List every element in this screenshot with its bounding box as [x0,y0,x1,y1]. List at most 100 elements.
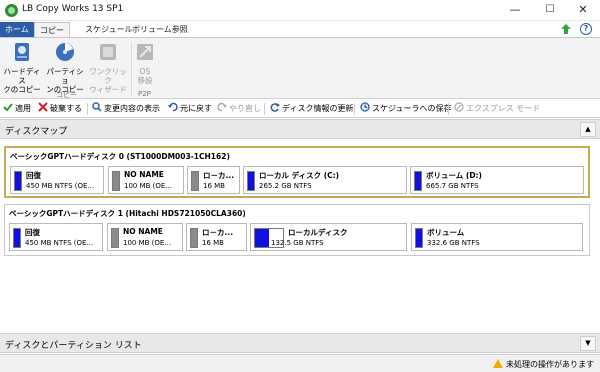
show-changes-button[interactable]: 変更内容の表示 [92,102,160,116]
tab-volume-browse[interactable]: ボリューム参照 [127,22,193,37]
partition-info: 265.2 GB NTFS [259,182,312,190]
partition-volume-d[interactable]: ボリューム (D:) 665.7 GB NTFS [410,166,584,194]
copy-partition-button[interactable]: パーティショ ンのコピー [45,41,85,94]
partition-name: 回復 [26,171,41,180]
ribbon-tabs: ホーム コピー スケジュール ボリューム参照 [0,21,600,38]
partition-name: ロ－カ... [202,228,234,237]
close-button[interactable]: ✕ [568,2,598,18]
apply-label: 適用 [15,104,31,113]
maximize-button[interactable]: ☐ [535,2,565,18]
disk-0[interactable]: ベーシックGPTハードディスク 0 (ST1000DM003-1CH162) 回… [4,146,590,198]
group-label-p2p: P2P [138,90,151,98]
tab-copy[interactable]: コピー [34,22,70,37]
copy-disk-button[interactable]: ハードディス クのコピー [2,41,42,94]
partition-no-name[interactable]: NO NAME 100 MB (OE... [108,166,184,194]
group-label-copy: コピー [56,91,77,99]
express-mode-button[interactable]: エクスプレス モード [454,102,540,116]
ribbon-panel: ハードディス クのコピー パーティショ ンのコピー ワンクリック ウィザード O… [0,37,600,99]
warning-icon [493,359,503,368]
redo-label: やり直し [229,104,261,113]
wizard-icon [100,44,116,60]
copy-disk-label-2: クのコピー [3,85,41,94]
disk-0-title: ベーシックGPTハードディスク 0 (ST1000DM003-1CH162) [10,152,230,161]
save-to-scheduler-button[interactable]: スケジューラへの保存 [360,102,451,116]
apply-button[interactable]: 適用 [3,102,31,116]
window-title: LB Copy Works 13 SP1 [22,4,124,14]
app-logo-icon [5,4,18,17]
redo-button[interactable]: やり直し [217,102,261,116]
checkmark-icon [3,103,13,112]
express-mode-label: エクスプレス モード [466,104,541,113]
minimize-button[interactable]: — [500,2,530,18]
usage-bar [415,228,423,248]
partition-no-name[interactable]: NO NAME 100 MB (OE... [107,223,183,251]
disk-1-title: ベーシックGPTハードディスク 1 (Hitachi HDS721050CLA3… [9,209,246,218]
partition-name: 回復 [25,228,40,237]
refresh-icon [270,103,280,112]
partition-name: ロ－カ... [203,171,235,180]
partition-local-small[interactable]: ロ－カ... 16 MB [187,166,240,194]
os-migrate-label-2: 移設 [137,76,153,85]
save-schedule-label: スケジューラへの保存 [372,104,452,113]
partition-local-disk[interactable]: ローカルディスク 132.5 GB NTFS [250,223,407,251]
diskmap-header: ディスクマップ ▲ [0,119,600,139]
magnifier-icon [92,102,102,112]
partition-recovery[interactable]: 回復 450 MB NTFS (OE... [9,223,103,251]
partition-name: ローカルディスク [288,228,348,237]
wizard-label-1: ワンクリック [89,67,127,85]
disk-map: ベーシックGPTハードディスク 0 (ST1000DM003-1CH162) 回… [0,140,600,332]
disk-1[interactable]: ベーシックGPTハードディスク 1 (Hitachi HDS721050CLA3… [4,204,590,256]
usage-bar [111,228,119,248]
action-toolbar: 適用 破棄する 変更内容の表示 元に戻す やり直し ディスク情報の更新 スケジュ… [0,100,600,118]
os-migrate-label-1: OS [139,67,151,76]
usage-bar [13,228,21,248]
partition-info: 132.5 GB NTFS [271,239,324,247]
hard-disk-copy-icon [15,43,29,61]
discard-button[interactable]: 破棄する [38,102,82,116]
redo-icon [217,102,227,112]
usage-bar [14,171,22,191]
express-mode-icon [454,102,464,112]
copy-partition-label-1: パーティショ [46,67,84,85]
partition-local-c[interactable]: ローカル ディスク (C:) 265.2 GB NTFS [243,166,407,194]
partition-info: 665.7 GB NTFS [426,182,479,190]
pending-operations-status[interactable]: 未処理の操作があります [493,359,594,370]
collapse-diskmap-button[interactable]: ▲ [580,122,596,137]
toolbar-separator [354,103,355,115]
partition-volume[interactable]: ボリューム 332.6 GB NTFS [411,223,583,251]
expand-partition-list-button[interactable]: ▼ [580,336,596,351]
partition-info: 16 MB [202,239,224,247]
undo-label: 元に戻す [180,104,212,113]
partition-info: 332.6 GB NTFS [427,239,480,247]
scheduler-clock-icon [360,102,370,112]
usage-bar [191,171,199,191]
toolbar-separator [448,103,449,115]
undo-icon [168,102,178,112]
diskmap-title: ディスクマップ [5,127,68,137]
toolbar-separator [264,103,265,115]
usage-bar [112,171,120,191]
partition-list-title: ディスクとパーティション リスト [5,341,142,351]
help-icon[interactable]: ? [580,23,592,35]
usage-bar [190,228,198,248]
partition-recovery[interactable]: 回復 450 MB NTFS (OE... [10,166,104,194]
pending-operations-text: 未処理の操作があります [506,360,594,369]
os-migrate-icon [137,44,153,60]
undo-button[interactable]: 元に戻す [168,102,212,116]
wizard-label-2: ウィザード [89,85,127,94]
refresh-label: ディスク情報の更新 [282,104,354,113]
partition-name: NO NAME [124,170,164,179]
refresh-disk-info-button[interactable]: ディスク情報の更新 [270,102,353,116]
partition-copy-icon [56,43,74,61]
show-changes-label: 変更内容の表示 [104,104,160,113]
home-up-icon[interactable] [560,23,572,35]
partition-local-small[interactable]: ロ－カ... 16 MB [186,223,247,251]
one-click-wizard-button[interactable]: ワンクリック ウィザード [88,41,128,94]
partition-name: NO NAME [123,227,163,236]
tab-home[interactable]: ホーム [0,22,34,37]
partition-info: 100 MB (OE... [123,239,171,247]
usage-bar [247,171,255,191]
copy-disk-label-1: ハードディス [3,67,41,85]
os-migrate-button[interactable]: OS 移設 [125,41,165,85]
partition-name: ボリューム [427,228,465,237]
